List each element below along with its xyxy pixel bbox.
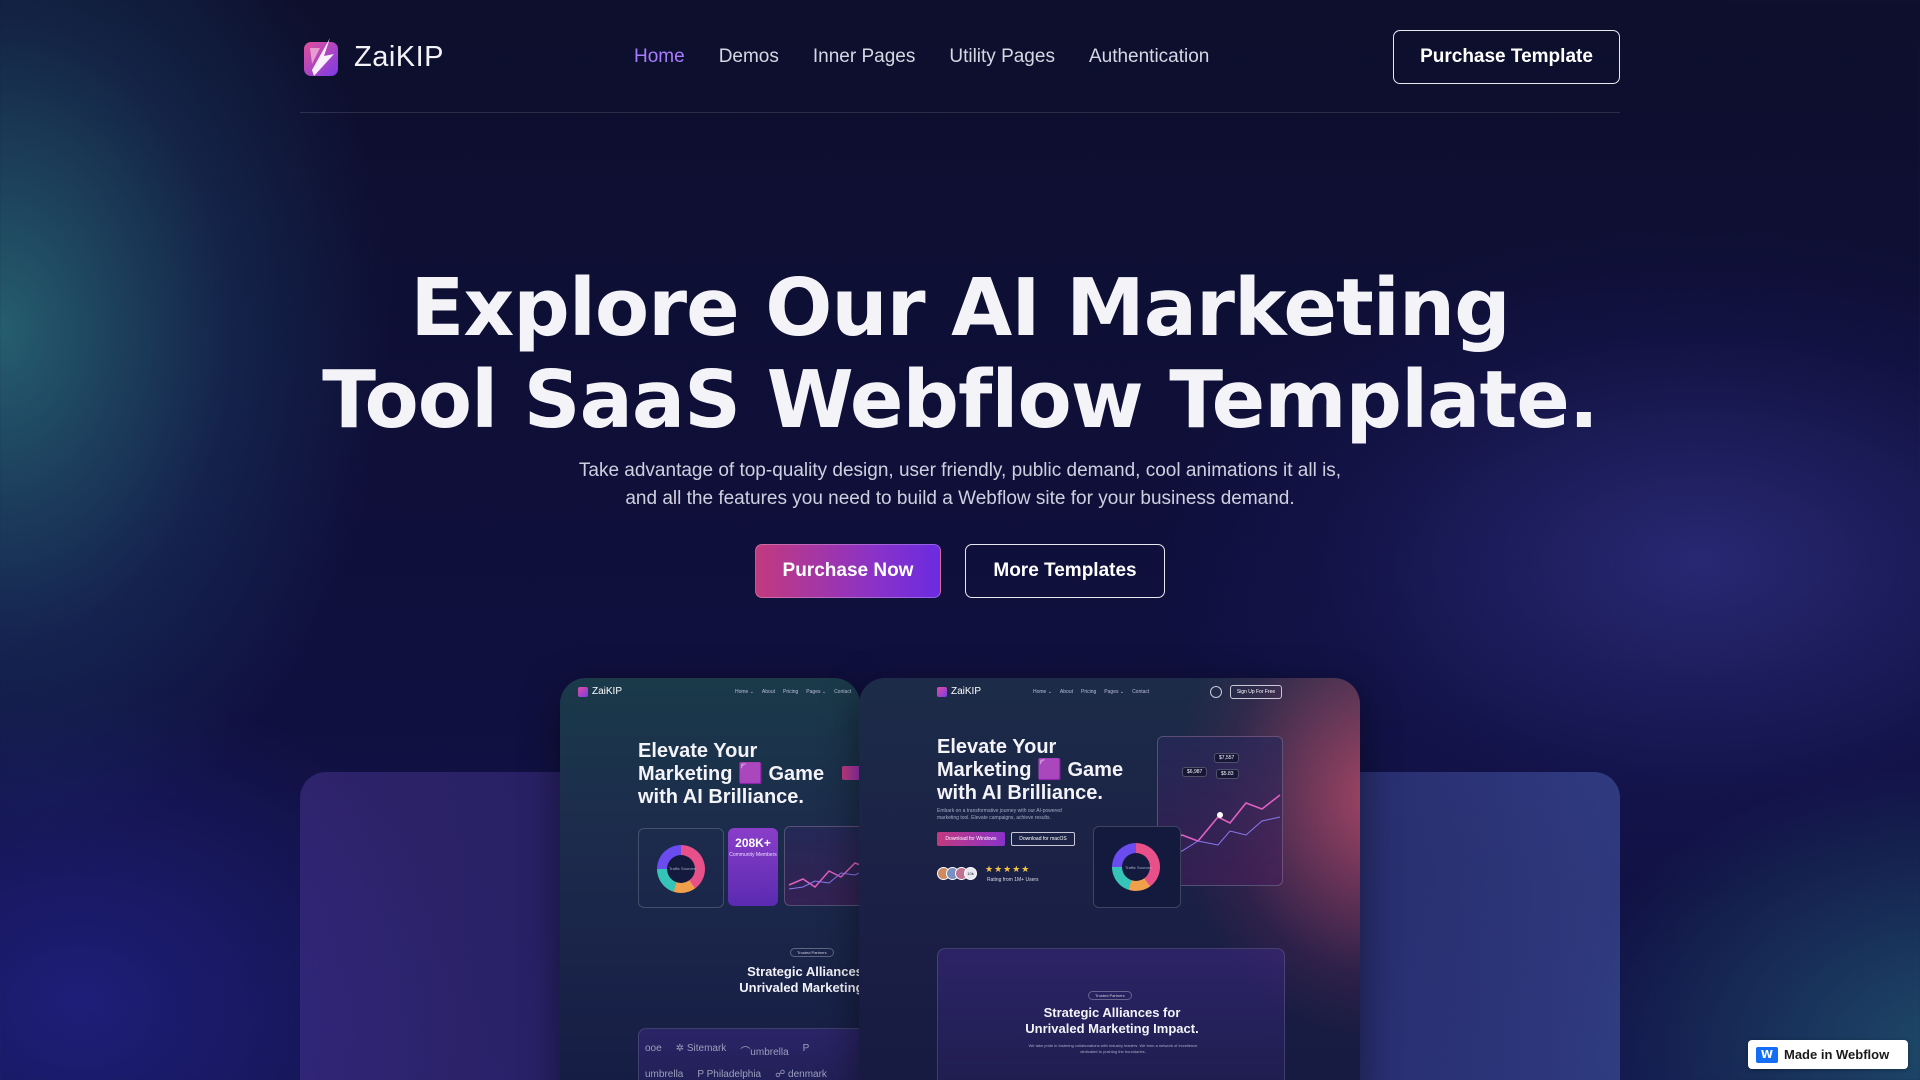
- zaikip-logo-icon: [304, 38, 338, 76]
- brand-name: ZaiKIP: [354, 40, 445, 73]
- preview-left-stat-card: 208K+ Community Members: [728, 828, 778, 906]
- trusted-partners-pill: Trusted Partners: [790, 948, 834, 957]
- hero-subtitle-line-1: Take advantage of top-quality design, us…: [578, 460, 1342, 481]
- hero-title-line-1: Explore Our AI Marketing: [410, 262, 1510, 354]
- stat-label: Community Members: [729, 852, 777, 858]
- hero-subtitle-line-2: and all the features you need to build a…: [625, 488, 1295, 509]
- main-menu: Home Demos Inner Pages Utility Pages Aut…: [634, 46, 1209, 68]
- hero-title: Explore Our AI Marketing Tool SaaS Webfl…: [0, 262, 1920, 446]
- preview-logo-icon: [578, 686, 588, 697]
- template-preview-right: ZaiKIP Home ⌄ About Pricing Pages ⌄ Cont…: [859, 678, 1360, 1080]
- rating-text: Rating from 1M+ Users: [987, 877, 1039, 883]
- made-in-webflow-badge[interactable]: W Made in Webflow: [1748, 1040, 1908, 1069]
- navbar: ZaiKIP Home Demos Inner Pages Utility Pa…: [300, 0, 1620, 113]
- preview-right-section-body: We take pride in fostering collaboration…: [1028, 1043, 1198, 1054]
- donut-label: Traffic Sources: [669, 866, 696, 871]
- preview-right-logo: ZaiKIP: [937, 686, 981, 697]
- preview-left-logo: ZaiKIP: [578, 686, 622, 697]
- hero-title-line-2: Tool SaaS Webflow Template.: [322, 354, 1599, 446]
- nav-item-inner-pages[interactable]: Inner Pages: [813, 46, 915, 68]
- stat-value: 208K+: [735, 836, 771, 850]
- chart-tag: $6,987: [1182, 767, 1208, 777]
- preview-link: Pricing: [783, 689, 799, 695]
- hero-subtitle: Take advantage of top-quality design, us…: [0, 457, 1920, 513]
- nav-item-home[interactable]: Home: [634, 46, 685, 68]
- preview-link: Home ⌄: [1033, 689, 1052, 695]
- line-chart-graphic: [788, 862, 860, 890]
- nav-item-authentication[interactable]: Authentication: [1089, 46, 1209, 68]
- nav-item-utility-pages[interactable]: Utility Pages: [949, 46, 1055, 68]
- user-avatars: 10k: [937, 867, 977, 880]
- preview-right-partners-panel: Trusted Partners Strategic Alliances for…: [937, 948, 1285, 1080]
- more-templates-button[interactable]: More Templates: [965, 544, 1165, 598]
- brand-logo[interactable]: ZaiKIP: [300, 34, 444, 80]
- badge-label: Made in Webflow: [1784, 1047, 1890, 1062]
- preview-link: Contact: [1132, 689, 1150, 695]
- download-windows-button: Download for Windows: [937, 832, 1005, 846]
- donut-label: Traffic Sources: [1125, 865, 1152, 870]
- preview-left-nav: Home ⌄ About Pricing Pages ⌄ Contact: [735, 689, 851, 695]
- preview-link: Pages ⌄: [806, 689, 827, 695]
- preview-logo-icon: [937, 686, 947, 697]
- preview-link: About: [1059, 689, 1073, 695]
- preview-link: Pages ⌄: [1104, 689, 1125, 695]
- preview-left-cta: [842, 766, 860, 780]
- partners-row-2: umbrella P Philadelphia ☍ denmark: [645, 1069, 827, 1080]
- preview-right-donut-card: Traffic Sources: [1093, 826, 1181, 908]
- preview-right-section-title: Strategic Alliances for Unrivaled Market…: [1025, 1005, 1199, 1036]
- purchase-now-button[interactable]: Purchase Now: [755, 544, 941, 598]
- preview-right-nav: Home ⌄ About Pricing Pages ⌄ Contact: [1033, 689, 1149, 695]
- nav-item-demos[interactable]: Demos: [719, 46, 779, 68]
- template-preview-left: ZaiKIP Home ⌄ About Pricing Pages ⌄ Cont…: [560, 678, 860, 1080]
- partners-row-1: ooe ✲ Sitemark ⌒umbrella P: [645, 1043, 810, 1058]
- avatar-count: 10k: [964, 867, 977, 880]
- preview-signup-button: Sign Up For Free: [1230, 685, 1282, 699]
- preview-link: Contact: [834, 689, 852, 695]
- trusted-partners-pill: Trusted Partners: [1088, 991, 1132, 1000]
- webflow-icon: W: [1756, 1046, 1778, 1063]
- preview-link: Pricing: [1081, 689, 1097, 695]
- chart-tag: $7,557: [1214, 753, 1240, 763]
- preview-left-chart-card: [784, 826, 860, 906]
- rating-stars: ★★★★★: [985, 864, 1031, 874]
- download-mac-button: Download for macOS: [1011, 832, 1075, 846]
- preview-link: Home ⌄: [735, 689, 754, 695]
- preview-right-body: Embark on a transformative journey with …: [937, 808, 1062, 821]
- chart-tag: $5.83: [1216, 769, 1239, 779]
- preview-link: About: [761, 689, 775, 695]
- preview-left-donut-card: Traffic Sources: [638, 828, 724, 908]
- preview-right-headline: Elevate Your Marketing 🟪 Game with AI Br…: [937, 736, 1124, 804]
- preview-left-partners-panel: ooe ✲ Sitemark ⌒umbrella P umbrella P Ph…: [638, 1028, 860, 1080]
- purchase-template-button[interactable]: Purchase Template: [1393, 30, 1620, 84]
- theme-toggle-icon: [1210, 686, 1222, 698]
- preview-left-section-title: Strategic Alliances Unrivaled Marketing …: [739, 964, 860, 995]
- preview-left-headline: Elevate Your Marketing 🟪 Game with AI Br…: [638, 740, 825, 808]
